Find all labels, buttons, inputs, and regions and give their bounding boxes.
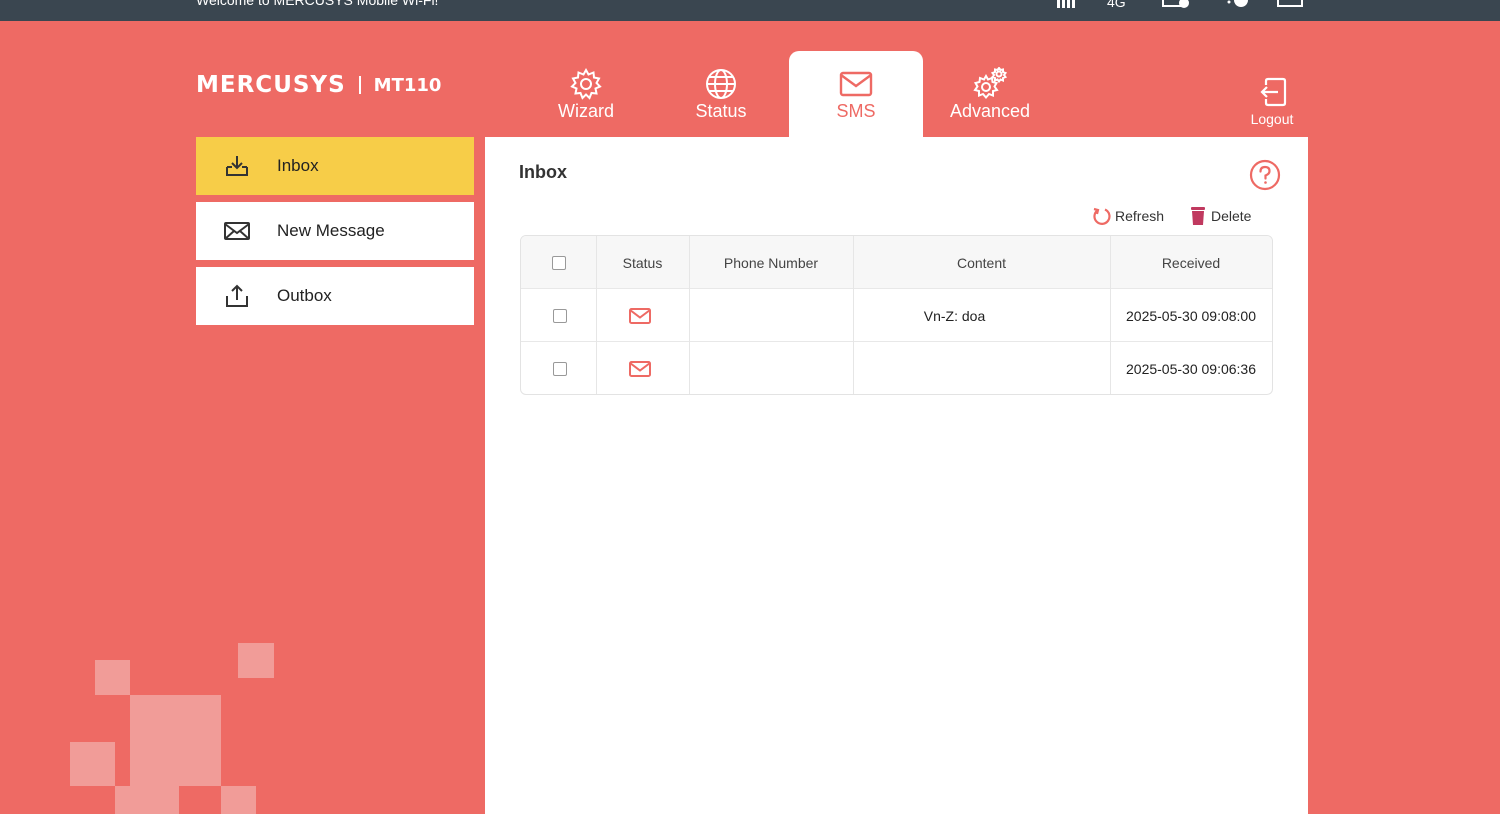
phone-number-cell (689, 342, 853, 394)
welcome-text: Welcome to MERCUSYS Mobile Wi-Fi! (196, 0, 439, 8)
row-checkbox-cell (521, 342, 599, 394)
column-header-status: Status (622, 254, 663, 271)
tab-advanced[interactable]: Advanced (923, 51, 1057, 137)
top-status-bar: Welcome to MERCUSYS Mobile Wi-Fi! 4G (0, 0, 1500, 21)
wifi-info-icon (1227, 0, 1248, 7)
sidebar-item-new-message[interactable]: New Message (196, 202, 474, 260)
decorative-block (95, 660, 130, 695)
column-header-content: Content (956, 254, 1007, 271)
table-row[interactable]: 2025-05-30 09:06:36 (521, 342, 1272, 394)
column-divider (689, 236, 690, 394)
row-checkbox[interactable] (553, 308, 567, 323)
gear-icon (570, 67, 602, 100)
main-panel: Inbox Refresh Delete Status Phone Number… (485, 137, 1308, 814)
column-divider (853, 236, 854, 394)
refresh-icon (1093, 207, 1111, 225)
inbox-table: Status Phone Number Content Received Vn-… (520, 235, 1273, 395)
sidebar-item-label: New Message (277, 221, 385, 240)
logout-icon (1260, 77, 1287, 107)
signal-icon (1057, 0, 1075, 8)
unread-envelope-icon (629, 360, 651, 377)
refresh-button[interactable]: Refresh (1091, 206, 1164, 226)
envelope-icon (224, 222, 250, 240)
sidebar-item-label: Outbox (277, 286, 332, 305)
help-icon[interactable] (1249, 159, 1281, 191)
column-header-phone-number: Phone Number (723, 254, 819, 271)
phone-number-cell (689, 289, 853, 342)
decorative-block (115, 786, 179, 814)
decorative-block (221, 786, 256, 814)
decorative-block (238, 643, 274, 678)
decorative-block (70, 742, 115, 786)
table-header-row: Status Phone Number Content Received (521, 236, 1272, 289)
row-checkbox-cell (521, 289, 599, 342)
content-cell: Vn-Z: doa (923, 307, 986, 324)
envelope-icon (839, 71, 873, 97)
globe-icon (706, 69, 736, 99)
mercusys-logo: MERCUSYS MT110 (196, 72, 441, 98)
sms-status-icon (1162, 0, 1189, 8)
unread-envelope-icon (629, 307, 651, 324)
row-checkbox[interactable] (553, 361, 567, 376)
trash-icon (1191, 207, 1205, 225)
table-row[interactable]: Vn-Z: doa 2025-05-30 09:08:00 (521, 289, 1272, 342)
model-name: MT110 (373, 74, 442, 96)
status-cell (599, 289, 681, 342)
tab-label: Advanced (949, 101, 1031, 121)
received-cell: 2025-05-30 09:06:36 (1126, 360, 1256, 377)
battery-icon (1277, 0, 1303, 7)
delete-label: Delete (1211, 208, 1252, 224)
tab-label: Status (695, 101, 747, 121)
select-all-checkbox[interactable] (551, 255, 566, 270)
sidebar-item-inbox[interactable]: Inbox (196, 137, 474, 195)
inbox-download-icon (226, 156, 248, 176)
page-title: Inbox (519, 162, 567, 182)
sidebar-item-outbox[interactable]: Outbox (196, 267, 474, 325)
status-cell (599, 342, 681, 394)
outbox-upload-icon (226, 284, 248, 307)
delete-button[interactable]: Delete (1189, 206, 1251, 226)
content-cell (853, 342, 1056, 394)
column-header-received: Received (1161, 254, 1221, 271)
decorative-block (130, 695, 221, 786)
gears-icon (973, 67, 1007, 100)
tab-status[interactable]: Status (654, 51, 788, 137)
sidebar-item-label: Inbox (277, 156, 319, 175)
brand-name: MERCUSYS (196, 72, 346, 98)
logout-label: Logout (1250, 111, 1294, 127)
received-cell: 2025-05-30 09:08:00 (1126, 307, 1256, 324)
tab-sms[interactable]: SMS (789, 51, 923, 137)
tab-label: SMS (836, 101, 876, 121)
header-checkbox-cell (521, 236, 596, 289)
tab-wizard[interactable]: Wizard (519, 51, 653, 137)
column-divider (596, 236, 597, 394)
network-type: 4G (1107, 0, 1126, 10)
logout-button[interactable]: Logout (1244, 76, 1300, 127)
column-divider (1110, 236, 1111, 394)
logo-separator (358, 76, 361, 94)
tab-label: Wizard (557, 101, 614, 121)
refresh-label: Refresh (1115, 208, 1165, 224)
